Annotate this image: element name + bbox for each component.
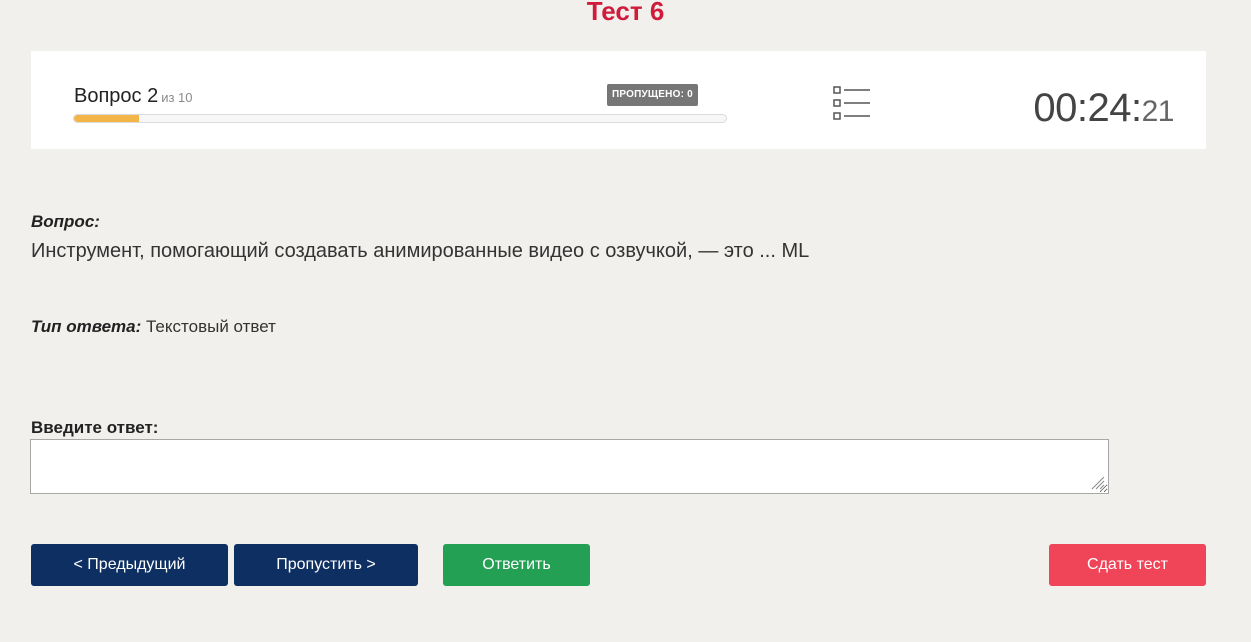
question-number: Вопрос 2 bbox=[74, 85, 159, 107]
skipped-count-badge: ПРОПУЩЕНО: 0 bbox=[607, 84, 698, 106]
submit-test-button[interactable]: Сдать тест bbox=[1049, 544, 1206, 586]
countdown-timer: 00:24:21 bbox=[1033, 85, 1174, 135]
list-icon bbox=[833, 86, 870, 120]
test-page: Тест 6 Вопрос 2 из 10 ПРОПУЩЕНО: 0 00:24:… bbox=[0, 0, 1251, 642]
answer-type-label: Тип ответа: bbox=[31, 317, 142, 336]
previous-button[interactable]: < Предыдущий bbox=[31, 544, 228, 586]
progress-bar-fill bbox=[74, 115, 140, 122]
answer-type-value: Текстовый ответ bbox=[146, 317, 276, 336]
timer-seconds: 21 bbox=[1141, 95, 1175, 128]
question-label: Вопрос: bbox=[31, 212, 100, 231]
page-title: Тест 6 bbox=[586, 0, 665, 26]
answer-type: Тип ответа: Текстовый ответ bbox=[31, 317, 276, 337]
answer-input[interactable] bbox=[30, 439, 1109, 494]
question-total: из 10 bbox=[161, 90, 193, 105]
question-text: Инструмент, помогающий создавать анимиро… bbox=[31, 240, 810, 262]
answer-input-label: Введите ответ: bbox=[31, 418, 159, 437]
timer-main: 00:24: bbox=[1033, 86, 1142, 130]
question-list-icon[interactable] bbox=[831, 85, 873, 123]
question-counter: Вопрос 2 из 10 bbox=[74, 85, 193, 109]
skip-button[interactable]: Пропустить > bbox=[234, 544, 418, 586]
answer-button[interactable]: Ответить bbox=[443, 544, 590, 586]
status-panel: Вопрос 2 из 10 ПРОПУЩЕНО: 0 00:24:21 bbox=[31, 51, 1206, 149]
progress-bar bbox=[73, 114, 727, 123]
